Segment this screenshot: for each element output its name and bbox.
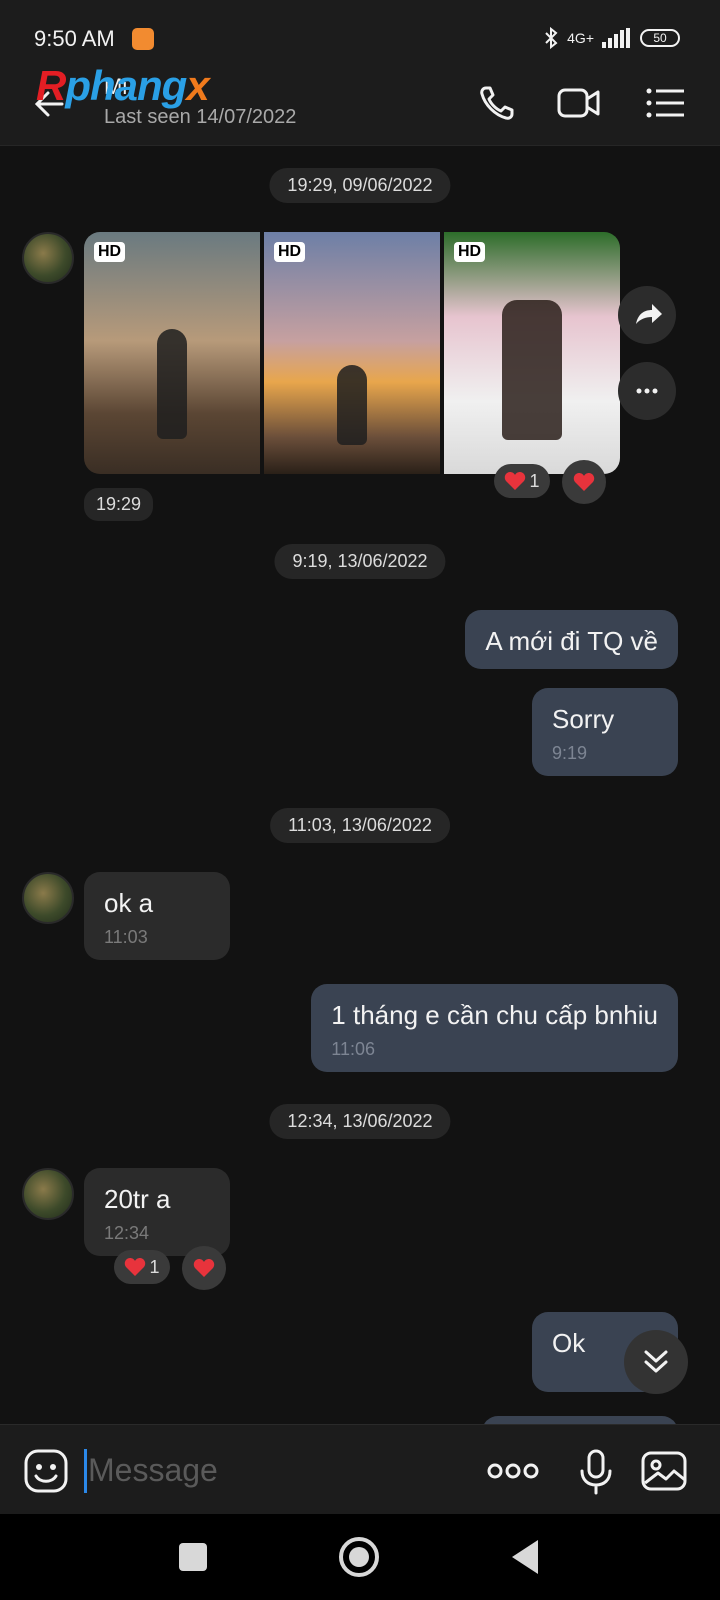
- date-separator: 19:29, 09/06/2022: [269, 168, 451, 203]
- message-text: Sorry: [552, 704, 615, 734]
- avatar[interactable]: [22, 872, 74, 924]
- phone-icon[interactable]: [474, 80, 520, 126]
- react-button[interactable]: [182, 1246, 226, 1290]
- outgoing-message[interactable]: 1 tháng e cần chu cấp bnhiu 11:06: [311, 984, 678, 1072]
- back-triangle-icon[interactable]: [504, 1534, 550, 1580]
- incoming-message[interactable]: 20tr a 12:34: [84, 1168, 230, 1256]
- message-text: A mới đi TQ về: [485, 626, 658, 656]
- outgoing-message[interactable]: Sorry 9:19: [532, 688, 678, 776]
- heart-icon: [505, 472, 526, 490]
- bluetooth-icon: [545, 26, 558, 50]
- heart-icon: [193, 1259, 215, 1277]
- recent-apps-icon[interactable]: [170, 1534, 216, 1580]
- hd-badge: HD: [274, 242, 306, 262]
- status-indicators: 4G+ 50: [543, 26, 680, 50]
- date-separator: 11:03, 13/06/2022: [270, 808, 450, 843]
- reaction-count: 1: [149, 1256, 160, 1277]
- watermark-logo: Rphangx: [36, 62, 210, 109]
- message-time: 11:03: [104, 927, 148, 947]
- photo-thumbnail[interactable]: HD: [444, 232, 620, 474]
- forward-icon[interactable]: [618, 286, 676, 344]
- avatar[interactable]: [22, 232, 74, 284]
- date-separator: 12:34, 13/06/2022: [269, 1104, 451, 1139]
- message-time: 11:06: [331, 1039, 376, 1059]
- reaction-count: 1: [529, 470, 540, 491]
- date-separator: 9:19, 13/06/2022: [274, 544, 446, 579]
- status-bar: 9:50 AM 4G+ 50: [0, 0, 720, 60]
- text-cursor: [84, 1449, 87, 1493]
- react-button[interactable]: [562, 460, 606, 504]
- message-text: 1 tháng e cần chu cấp bnhiu: [331, 1000, 658, 1030]
- system-navigation-bar: [0, 1514, 720, 1600]
- hd-badge: HD: [94, 242, 126, 262]
- scroll-to-bottom-icon[interactable]: [624, 1330, 688, 1394]
- chat-header: Mi Rphangx Last seen 14/07/2022: [0, 60, 720, 146]
- message-time: 19:29: [84, 488, 154, 521]
- menu-list-icon[interactable]: [642, 80, 688, 126]
- avatar[interactable]: [22, 1168, 74, 1220]
- hd-badge: HD: [454, 242, 486, 262]
- message-time: 9:19: [552, 743, 588, 763]
- emoji-icon[interactable]: [22, 1447, 70, 1495]
- message-composer: [0, 1424, 720, 1514]
- last-seen-status: Last seen 14/07/2022: [104, 106, 297, 128]
- message-text: ok a: [104, 888, 154, 918]
- message-text: Ok: [552, 1328, 586, 1358]
- outgoing-message[interactable]: [482, 1416, 678, 1424]
- message-text: 20tr a: [104, 1184, 171, 1214]
- photo-thumbnail[interactable]: HD: [84, 232, 260, 474]
- status-time: 9:50 AM: [34, 26, 115, 51]
- reaction-summary[interactable]: 1: [114, 1250, 170, 1284]
- battery-icon: 50: [640, 29, 680, 47]
- network-label: 4G+: [567, 30, 594, 46]
- home-icon[interactable]: [336, 1534, 382, 1580]
- signal-icon: [602, 28, 630, 48]
- heart-icon: [125, 1258, 146, 1276]
- message-list[interactable]: 19:29, 09/06/2022 HD HD HD 1 19:29 9:19,…: [0, 146, 720, 1424]
- video-call-icon[interactable]: [556, 80, 602, 126]
- gallery-icon[interactable]: [640, 1447, 688, 1495]
- photo-thumbnail[interactable]: HD: [264, 232, 440, 474]
- app-notification-icon: [132, 28, 154, 50]
- photo-album[interactable]: HD HD HD: [84, 232, 620, 474]
- outgoing-message[interactable]: A mới đi TQ về: [465, 610, 678, 669]
- more-dots-icon[interactable]: [486, 1447, 540, 1495]
- message-time: 12:34: [104, 1223, 150, 1243]
- incoming-message[interactable]: ok a 11:03: [84, 872, 230, 960]
- microphone-icon[interactable]: [572, 1447, 620, 1495]
- message-input[interactable]: [88, 1445, 468, 1495]
- heart-icon: [573, 473, 595, 491]
- more-options-icon[interactable]: [618, 362, 676, 420]
- reaction-summary[interactable]: 1: [494, 464, 550, 498]
